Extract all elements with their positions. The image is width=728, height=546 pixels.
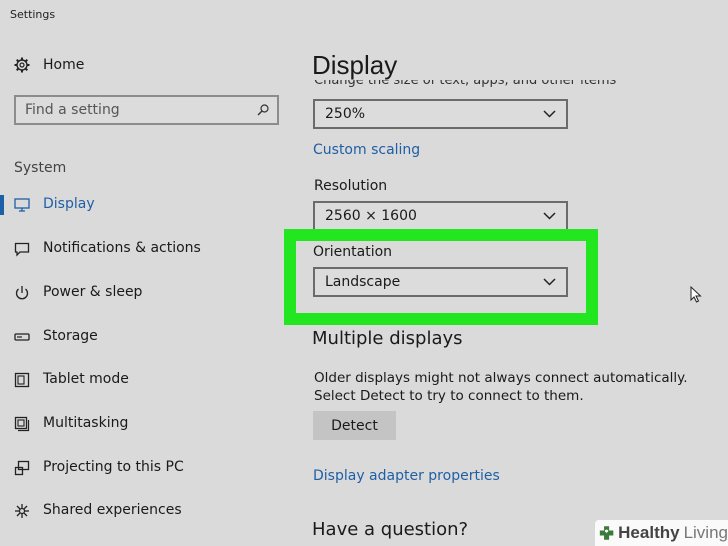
sidebar-home[interactable]: Home: [14, 57, 84, 73]
page-title: Display: [312, 50, 398, 80]
sidebar-item-label: Storage: [43, 328, 98, 344]
tablet-icon: [14, 372, 30, 388]
gear-icon: [14, 57, 30, 73]
sidebar-item-label: Shared experiences: [43, 502, 182, 518]
scale-label-text: Change the size of text, apps, and other…: [314, 80, 617, 88]
sidebar-item-label: Display: [43, 196, 95, 212]
watermark: Healthy Living: [595, 520, 728, 546]
power-icon: [15, 286, 29, 300]
shared-icon: [15, 504, 29, 518]
resolution-dropdown[interactable]: 2560 × 1600: [313, 201, 568, 231]
watermark-healthy: Healthy: [618, 523, 680, 542]
scale-value: 250%: [325, 106, 366, 122]
resolution-label: Resolution: [314, 178, 388, 194]
sidebar-item-label: Notifications & actions: [43, 240, 201, 256]
multiple-displays-description: Older displays might not always connect …: [314, 370, 688, 404]
sidebar-item-label: Multitasking: [43, 415, 129, 431]
detect-button[interactable]: Detect: [313, 411, 396, 440]
multiple-displays-heading: Multiple displays: [312, 328, 463, 349]
home-label: Home: [43, 57, 85, 73]
multitasking-icon: [14, 416, 30, 432]
scale-label: Change the size of text, apps, and other…: [314, 80, 634, 91]
display-adapter-link[interactable]: Display adapter properties: [313, 468, 500, 484]
custom-scaling-link[interactable]: Custom scaling: [313, 142, 420, 158]
question-heading: Have a question?: [312, 519, 469, 540]
chevron-down-icon: [543, 278, 556, 286]
plus-icon: [599, 526, 614, 540]
chevron-down-icon: [543, 212, 556, 220]
orientation-value: Landscape: [325, 274, 401, 290]
search-icon: [257, 104, 269, 116]
section-label: System: [14, 160, 67, 176]
scale-dropdown[interactable]: 250%: [313, 99, 568, 129]
sidebar-item-label: Tablet mode: [43, 371, 129, 387]
search-input[interactable]: Find a setting: [14, 95, 279, 125]
mouse-cursor-icon: [690, 286, 702, 303]
notification-icon: [14, 242, 30, 257]
search-placeholder: Find a setting: [25, 102, 120, 118]
chevron-down-icon: [543, 110, 556, 118]
watermark-living: Living: [683, 523, 728, 542]
projecting-icon: [14, 460, 30, 476]
sidebar-item-label: Projecting to this PC: [43, 459, 184, 475]
storage-icon: [14, 333, 30, 341]
orientation-dropdown[interactable]: Landscape: [313, 267, 568, 297]
monitor-icon: [14, 198, 30, 212]
sidebar-item-label: Power & sleep: [43, 284, 143, 300]
window-title: Settings: [10, 8, 56, 21]
resolution-value: 2560 × 1600: [325, 208, 417, 224]
orientation-label: Orientation: [313, 244, 393, 260]
